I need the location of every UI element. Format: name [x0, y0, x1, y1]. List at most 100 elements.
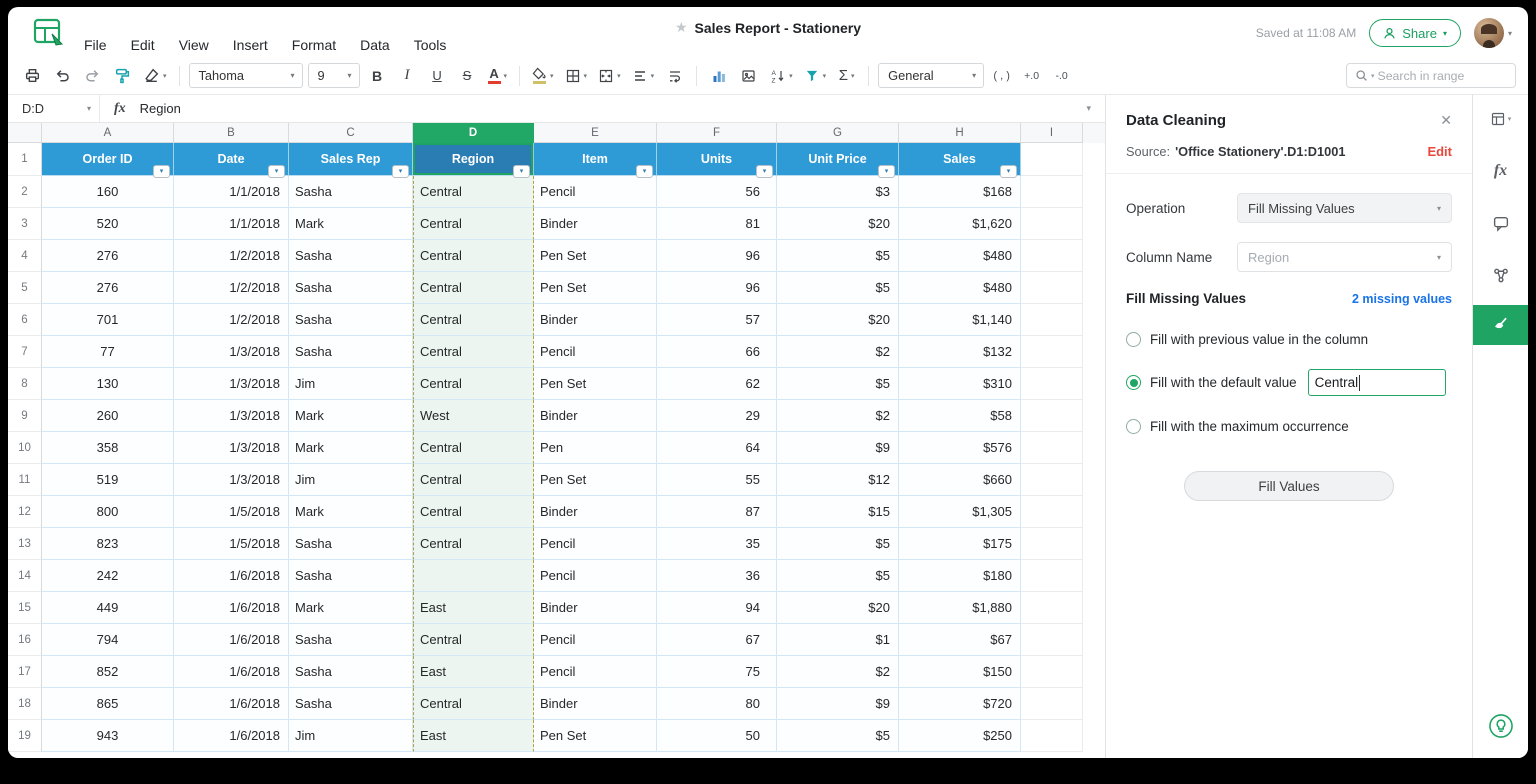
custom-format-button[interactable]: ( , ): [989, 63, 1014, 89]
cell-I14[interactable]: [1021, 560, 1083, 592]
option-label[interactable]: Fill with the maximum occurrence: [1150, 419, 1349, 434]
filter-dropdown-button[interactable]: ▾: [756, 165, 773, 178]
filter-button[interactable]: ▾: [801, 63, 830, 89]
row-number[interactable]: 12: [8, 496, 42, 528]
cell-H16[interactable]: $67: [899, 624, 1021, 656]
cell-B14[interactable]: 1/6/2018: [174, 560, 289, 592]
column-header-D[interactable]: D: [413, 123, 534, 143]
cell-B9[interactable]: 1/3/2018: [174, 400, 289, 432]
column-header-C[interactable]: C: [289, 123, 413, 143]
cell-A18[interactable]: 865: [42, 688, 174, 720]
menu-tools[interactable]: Tools: [414, 37, 447, 53]
cell-A14[interactable]: 242: [42, 560, 174, 592]
cell-H15[interactable]: $1,880: [899, 592, 1021, 624]
print-button[interactable]: [20, 63, 45, 89]
row-number[interactable]: 6: [8, 304, 42, 336]
merge-cells-button[interactable]: ▾: [595, 63, 624, 89]
functions-panel-icon[interactable]: fx: [1473, 149, 1528, 193]
menu-format[interactable]: Format: [292, 37, 336, 53]
cell-I7[interactable]: [1021, 336, 1083, 368]
cell-A9[interactable]: 260: [42, 400, 174, 432]
column-header-I[interactable]: I: [1021, 123, 1083, 143]
row-number[interactable]: 8: [8, 368, 42, 400]
cell-E6[interactable]: Binder: [534, 304, 657, 336]
cell-F18[interactable]: 80: [657, 688, 777, 720]
cell-D15[interactable]: East: [413, 592, 534, 624]
cell-G18[interactable]: $9: [777, 688, 899, 720]
row-number[interactable]: 5: [8, 272, 42, 304]
cell-B15[interactable]: 1/6/2018: [174, 592, 289, 624]
cell-I11[interactable]: [1021, 464, 1083, 496]
header-cell-region[interactable]: Region▾: [413, 143, 534, 176]
cell-H7[interactable]: $132: [899, 336, 1021, 368]
decrease-decimal-button[interactable]: -.0: [1049, 63, 1074, 89]
cell-A3[interactable]: 520: [42, 208, 174, 240]
app-logo-icon[interactable]: [32, 16, 66, 50]
cell-E19[interactable]: Pen Set: [534, 720, 657, 752]
cell-G13[interactable]: $5: [777, 528, 899, 560]
cell-D10[interactable]: Central: [413, 432, 534, 464]
cell-H9[interactable]: $58: [899, 400, 1021, 432]
cell-H12[interactable]: $1,305: [899, 496, 1021, 528]
row-number[interactable]: 15: [8, 592, 42, 624]
menu-view[interactable]: View: [179, 37, 209, 53]
cell-I15[interactable]: [1021, 592, 1083, 624]
cell-C2[interactable]: Sasha: [289, 176, 413, 208]
column-header-H[interactable]: H: [899, 123, 1021, 143]
cell-E11[interactable]: Pen Set: [534, 464, 657, 496]
cell-D5[interactable]: Central: [413, 272, 534, 304]
share-button[interactable]: Share ▾: [1369, 19, 1461, 47]
cell-B17[interactable]: 1/6/2018: [174, 656, 289, 688]
cell-I4[interactable]: [1021, 240, 1083, 272]
cell-I13[interactable]: [1021, 528, 1083, 560]
cell-D18[interactable]: Central: [413, 688, 534, 720]
cell-H8[interactable]: $310: [899, 368, 1021, 400]
header-cell-units[interactable]: Units▾: [657, 143, 777, 176]
cell-D11[interactable]: Central: [413, 464, 534, 496]
cell-I8[interactable]: [1021, 368, 1083, 400]
select-all-corner[interactable]: [8, 123, 42, 143]
cell-A7[interactable]: 77: [42, 336, 174, 368]
cell-I6[interactable]: [1021, 304, 1083, 336]
cell-G14[interactable]: $5: [777, 560, 899, 592]
cell-D9[interactable]: West: [413, 400, 534, 432]
cell-B10[interactable]: 1/3/2018: [174, 432, 289, 464]
row-number[interactable]: 11: [8, 464, 42, 496]
cell-E4[interactable]: Pen Set: [534, 240, 657, 272]
cell-A6[interactable]: 701: [42, 304, 174, 336]
cell-E18[interactable]: Binder: [534, 688, 657, 720]
cell-F19[interactable]: 50: [657, 720, 777, 752]
cell-H10[interactable]: $576: [899, 432, 1021, 464]
account-menu[interactable]: ▾: [1474, 18, 1512, 48]
data-cleaning-icon[interactable]: [1473, 305, 1528, 345]
cell-H17[interactable]: $150: [899, 656, 1021, 688]
cell-I9[interactable]: [1021, 400, 1083, 432]
menu-edit[interactable]: Edit: [131, 37, 155, 53]
row-number[interactable]: 18: [8, 688, 42, 720]
radio-fill-with-previous-value-in-the-column[interactable]: [1126, 332, 1141, 347]
cell-G11[interactable]: $12: [777, 464, 899, 496]
insert-image-button[interactable]: [736, 63, 761, 89]
cell-B19[interactable]: 1/6/2018: [174, 720, 289, 752]
cell-F6[interactable]: 57: [657, 304, 777, 336]
cell-F2[interactable]: 56: [657, 176, 777, 208]
cell-D13[interactable]: Central: [413, 528, 534, 560]
cell-C6[interactable]: Sasha: [289, 304, 413, 336]
filter-dropdown-button[interactable]: ▾: [878, 165, 895, 178]
cell-I3[interactable]: [1021, 208, 1083, 240]
cell-B16[interactable]: 1/6/2018: [174, 624, 289, 656]
cell-C19[interactable]: Jim: [289, 720, 413, 752]
row-number[interactable]: 19: [8, 720, 42, 752]
cell-H6[interactable]: $1,140: [899, 304, 1021, 336]
cell-G16[interactable]: $1: [777, 624, 899, 656]
redo-button[interactable]: [80, 63, 105, 89]
cell-G6[interactable]: $20: [777, 304, 899, 336]
cell-F7[interactable]: 66: [657, 336, 777, 368]
cell-A13[interactable]: 823: [42, 528, 174, 560]
cell-H13[interactable]: $175: [899, 528, 1021, 560]
cell-C13[interactable]: Sasha: [289, 528, 413, 560]
cell-F13[interactable]: 35: [657, 528, 777, 560]
row-number[interactable]: 10: [8, 432, 42, 464]
cell-D17[interactable]: East: [413, 656, 534, 688]
cell-H4[interactable]: $480: [899, 240, 1021, 272]
